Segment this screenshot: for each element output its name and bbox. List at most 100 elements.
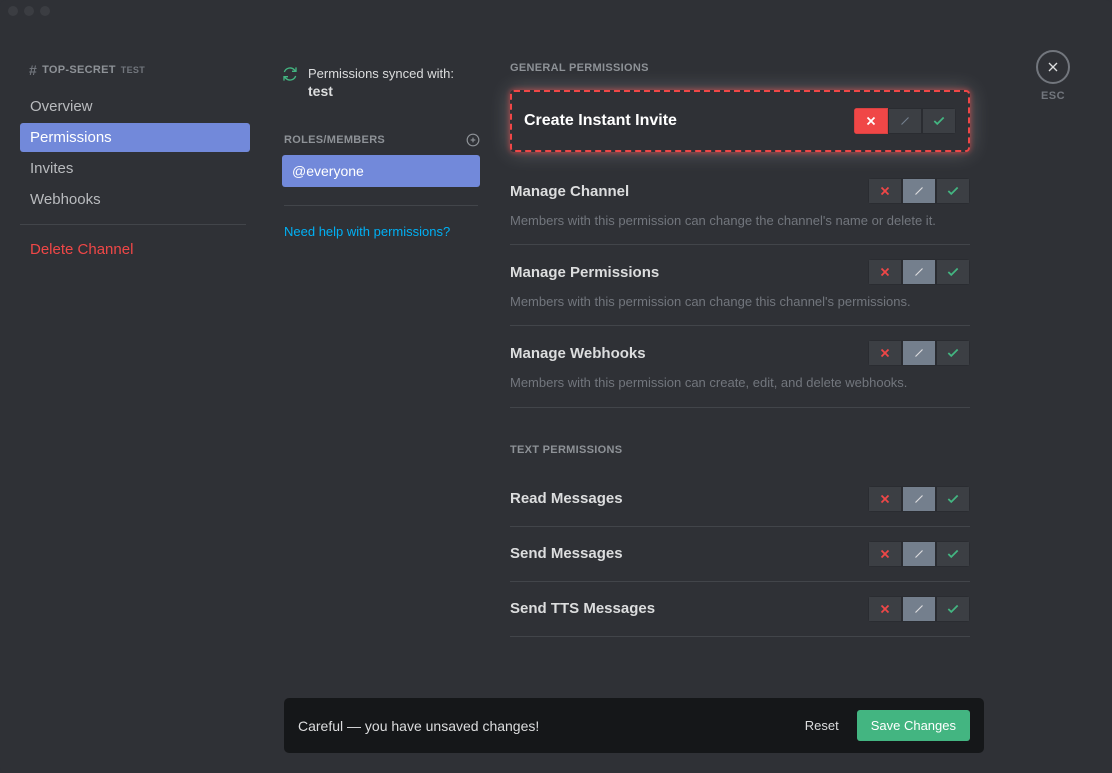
roles-panel: Permissions synced with: test ROLES/MEMB… (266, 22, 486, 773)
sync-label: Permissions synced with: (308, 66, 454, 81)
settings-sidebar: # TOP-SECRET TEST OverviewPermissionsInv… (0, 22, 266, 773)
deny-icon (878, 602, 892, 616)
help-link[interactable]: Need help with permissions? (284, 224, 480, 239)
deny-icon (864, 114, 878, 128)
slash-icon (912, 492, 926, 506)
permission-row: Manage Webhooks Members with this permiss… (510, 326, 970, 407)
traffic-light-dot (24, 6, 34, 16)
permission-deny-button[interactable] (868, 259, 902, 285)
delete-channel-button[interactable]: Delete Channel (20, 235, 250, 264)
roles-divider (284, 205, 478, 206)
traffic-light-dot (8, 6, 18, 16)
permission-tri-state (868, 340, 970, 366)
sync-target: test (308, 83, 454, 99)
permission-allow-button[interactable] (922, 108, 956, 134)
sync-icon (282, 66, 298, 82)
slash-icon (912, 184, 926, 198)
check-icon (946, 346, 960, 360)
permission-label: Manage Permissions (510, 264, 659, 281)
check-icon (946, 547, 960, 561)
permission-deny-button[interactable] (868, 486, 902, 512)
window-titlebar (0, 0, 1112, 22)
permission-allow-button[interactable] (936, 541, 970, 567)
slash-icon (898, 114, 912, 128)
permission-label: Send Messages (510, 545, 623, 562)
permission-neutral-button[interactable] (902, 259, 936, 285)
role-item-everyone[interactable]: @everyone (282, 155, 480, 187)
permissions-main: GENERAL PERMISSIONS Create Instant Invite… (486, 22, 1112, 773)
check-icon (946, 602, 960, 616)
add-role-icon[interactable] (466, 133, 480, 147)
section-title: TEXT PERMISSIONS (510, 444, 970, 456)
permission-allow-button[interactable] (936, 340, 970, 366)
permission-allow-button[interactable] (936, 596, 970, 622)
permission-tri-state (868, 596, 970, 622)
sidebar-item-invites[interactable]: Invites (20, 154, 250, 183)
slash-icon (912, 346, 926, 360)
sidebar-divider (20, 224, 246, 225)
permission-allow-button[interactable] (936, 486, 970, 512)
check-icon (946, 265, 960, 279)
permission-neutral-button[interactable] (902, 541, 936, 567)
permission-description: Members with this permission can create,… (510, 374, 970, 392)
permission-neutral-button[interactable] (902, 486, 936, 512)
hash-icon: # (29, 62, 37, 78)
permission-description: Members with this permission can change … (510, 293, 970, 311)
permission-deny-button[interactable] (868, 596, 902, 622)
permission-row: Send Messages (510, 527, 970, 582)
check-icon (946, 492, 960, 506)
permission-description: Members with this permission can change … (510, 212, 970, 230)
permission-deny-button[interactable] (868, 340, 902, 366)
slash-icon (912, 265, 926, 279)
deny-icon (878, 492, 892, 506)
close-area: ESC (1036, 50, 1070, 102)
slash-icon (912, 547, 926, 561)
save-changes-button[interactable]: Save Changes (857, 710, 970, 741)
roles-header-label: ROLES/MEMBERS (284, 134, 385, 146)
reset-button[interactable]: Reset (805, 718, 839, 733)
permission-label: Manage Webhooks (510, 345, 646, 362)
permission-row: Create Instant Invite (510, 90, 970, 152)
check-icon (932, 114, 946, 128)
deny-icon (878, 184, 892, 198)
permission-deny-button[interactable] (868, 178, 902, 204)
permission-tri-state (868, 259, 970, 285)
deny-icon (878, 346, 892, 360)
sidebar-item-webhooks[interactable]: Webhooks (20, 185, 250, 214)
close-button[interactable] (1036, 50, 1070, 84)
section-title: GENERAL PERMISSIONS (510, 62, 970, 74)
permission-neutral-button[interactable] (888, 108, 922, 134)
permission-deny-button[interactable] (868, 541, 902, 567)
permission-tri-state (868, 178, 970, 204)
permission-neutral-button[interactable] (902, 178, 936, 204)
deny-icon (878, 547, 892, 561)
check-icon (946, 184, 960, 198)
close-label: ESC (1036, 90, 1070, 102)
permission-allow-button[interactable] (936, 259, 970, 285)
breadcrumb: # TOP-SECRET TEST (29, 62, 250, 78)
permission-row: Send TTS Messages (510, 582, 970, 637)
permission-deny-button[interactable] (854, 108, 888, 134)
permission-allow-button[interactable] (936, 178, 970, 204)
breadcrumb-channel: TOP-SECRET (42, 64, 116, 76)
permission-tri-state (854, 108, 956, 134)
slash-icon (912, 602, 926, 616)
roles-header: ROLES/MEMBERS (284, 133, 480, 147)
sidebar-item-permissions[interactable]: Permissions (20, 123, 250, 152)
permission-tri-state (868, 541, 970, 567)
permission-label: Read Messages (510, 490, 623, 507)
permission-neutral-button[interactable] (902, 340, 936, 366)
permission-row: Read Messages (510, 472, 970, 527)
toast-message: Careful — you have unsaved changes! (298, 718, 539, 734)
unsaved-changes-toast: Careful — you have unsaved changes! Rese… (284, 698, 984, 753)
permission-neutral-button[interactable] (902, 596, 936, 622)
sidebar-item-overview[interactable]: Overview (20, 92, 250, 121)
close-icon (1045, 59, 1061, 75)
sync-status: Permissions synced with: test (282, 62, 480, 115)
permission-label: Manage Channel (510, 183, 629, 200)
breadcrumb-suffix: TEST (121, 65, 145, 75)
permission-row: Manage Channel Members with this permissi… (510, 164, 970, 245)
permission-tri-state (868, 486, 970, 512)
deny-icon (878, 265, 892, 279)
permission-label: Create Instant Invite (524, 112, 677, 130)
